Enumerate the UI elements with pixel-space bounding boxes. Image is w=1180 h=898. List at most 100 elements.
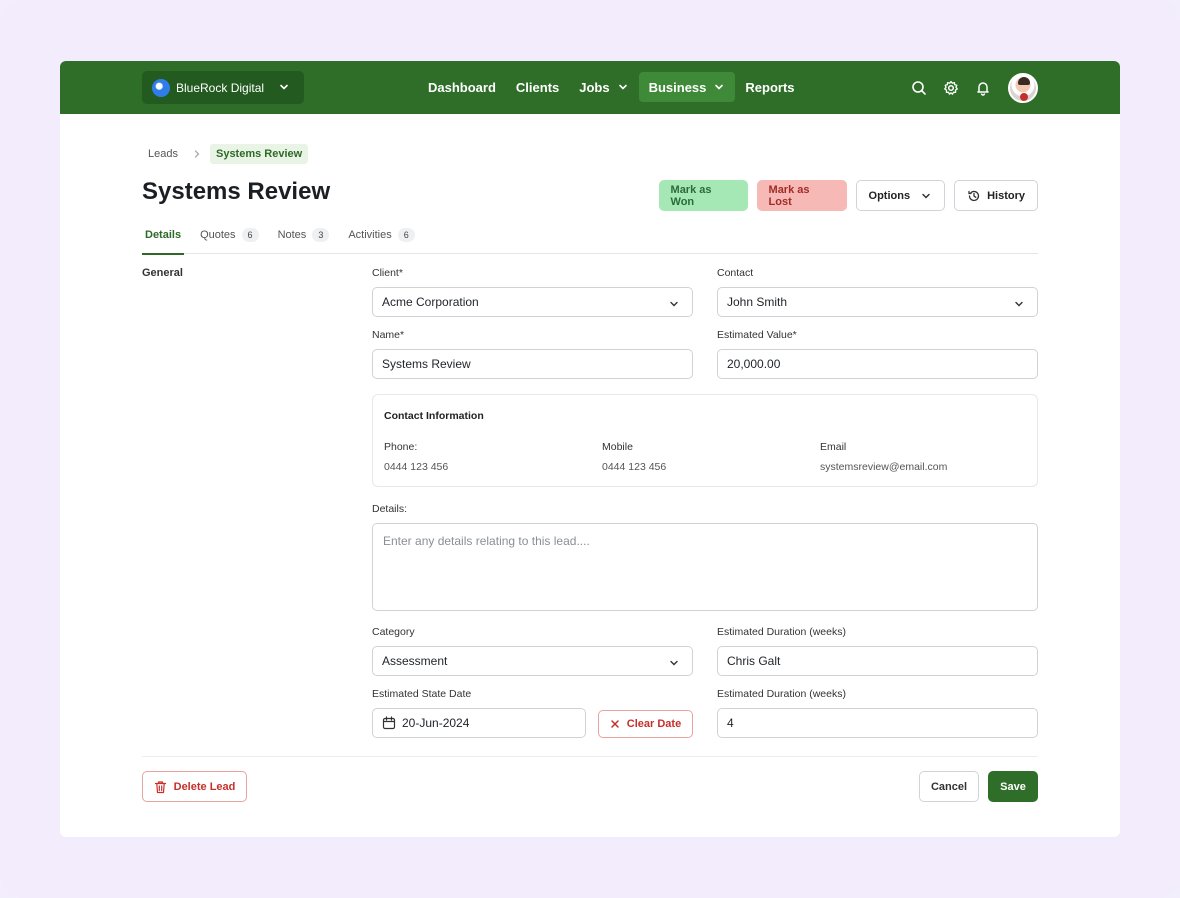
org-logo-icon [152, 78, 170, 97]
start-date-field[interactable]: 20-Jun-2024 [372, 708, 586, 738]
tab-quotes-label: Quotes [200, 229, 236, 241]
count-badge: 3 [312, 228, 330, 242]
mark-as-won-button[interactable]: Mark as Won [658, 180, 748, 211]
estimated-duration-field-2[interactable]: 4 [717, 708, 1038, 738]
bell-icon[interactable] [974, 79, 992, 97]
chevron-down-icon [618, 84, 627, 90]
page-title: Systems Review [142, 178, 331, 205]
chevron-down-icon [715, 84, 724, 90]
count-badge: 6 [397, 228, 415, 242]
delete-lead-label: Delete Lead [173, 780, 236, 793]
nav-business-label: Business [648, 79, 707, 95]
details-textarea[interactable]: Enter any details relating to this lead.… [372, 523, 1038, 611]
history-button[interactable]: History [954, 180, 1038, 211]
contact-information-title: Contact Information [384, 410, 484, 422]
nav-clients-label: Clients [515, 79, 560, 95]
estimated-duration-label-2: Estimated Duration (weeks) [717, 688, 846, 700]
chevron-down-icon [280, 84, 288, 90]
top-navigation-bar: BlueRock Digital Dashboard Clients Jobs … [60, 61, 1120, 114]
estimated-value-label: Estimated Value* [717, 329, 797, 341]
estimated-value: 20,000.00 [727, 357, 781, 371]
nav-dashboard-label: Dashboard [428, 79, 496, 95]
main-nav: Dashboard Clients Jobs Business Reports [418, 72, 805, 102]
phone-block: Phone: 0444 123 456 [384, 441, 448, 473]
page-actions: Mark as Won Mark as Lost Options History [650, 180, 1038, 211]
options-label: Options [868, 189, 911, 202]
estimated-duration-value: Chris Galt [727, 654, 781, 668]
close-icon [611, 720, 619, 728]
details-label: Details: [372, 503, 408, 515]
contact-value: John Smith [727, 295, 788, 309]
contact-select[interactable]: John Smith [717, 287, 1038, 317]
gear-icon[interactable] [942, 79, 960, 97]
name-field[interactable]: Systems Review [372, 349, 693, 379]
history-label: History [987, 189, 1025, 202]
name-value: Systems Review [382, 357, 471, 371]
client-label: Client* [372, 267, 403, 279]
chevron-down-icon [1015, 301, 1023, 307]
chevron-down-icon [922, 193, 930, 199]
tab-bar: Details Quotes 6 Notes 3 Activities 6 [142, 225, 1038, 255]
email-value: systemsreview@email.com [820, 461, 948, 473]
nav-business[interactable]: Business [638, 72, 736, 102]
mobile-block: Mobile 0444 123 456 [602, 441, 666, 473]
mobile-label: Mobile [602, 441, 633, 453]
tab-details[interactable]: Details [142, 225, 185, 255]
nav-clients[interactable]: Clients [506, 72, 569, 102]
clear-date-button[interactable]: Clear Date [598, 710, 693, 738]
count-badge: 6 [241, 228, 259, 242]
delete-lead-button[interactable]: Delete Lead [142, 771, 247, 802]
estimated-duration-value-2: 4 [727, 716, 734, 730]
search-icon[interactable] [910, 79, 928, 97]
tab-activities[interactable]: Activities 6 [345, 225, 417, 254]
client-value: Acme Corporation [382, 295, 479, 309]
contact-information-card: Contact Information Phone: 0444 123 456 … [372, 394, 1038, 487]
history-icon [968, 190, 980, 201]
tab-quotes[interactable]: Quotes 6 [197, 225, 261, 254]
section-general-label: General [142, 267, 183, 279]
options-button[interactable]: Options [855, 180, 946, 211]
top-icons [896, 72, 1038, 103]
category-value: Assessment [382, 654, 448, 668]
avatar[interactable] [1008, 72, 1038, 103]
estimated-duration-label: Estimated Duration (weeks) [717, 626, 846, 638]
nav-reports[interactable]: Reports [735, 72, 804, 102]
calendar-icon [382, 716, 396, 730]
tab-notes-label: Notes [277, 229, 307, 241]
org-name: BlueRock Digital [176, 80, 265, 95]
estimated-value-field[interactable]: 20,000.00 [717, 349, 1038, 379]
cancel-button[interactable]: Cancel [919, 771, 979, 802]
breadcrumb-current: Systems Review [209, 144, 309, 164]
nav-dashboard[interactable]: Dashboard [418, 72, 506, 102]
name-label: Name* [372, 329, 405, 341]
chevron-down-icon [670, 301, 678, 307]
mark-as-lost-button[interactable]: Mark as Lost [756, 180, 847, 211]
mobile-value: 0444 123 456 [602, 461, 667, 473]
breadcrumb: Leads Systems Review [142, 144, 309, 164]
nav-reports-label: Reports [745, 79, 795, 95]
email-label: Email [820, 441, 847, 453]
phone-label: Phone: [384, 441, 418, 453]
tab-notes[interactable]: Notes 3 [275, 225, 333, 254]
chevron-down-icon [670, 660, 678, 666]
category-select[interactable]: Assessment [372, 646, 693, 676]
trash-icon [154, 780, 166, 793]
start-date-value: 20-Jun-2024 [402, 716, 470, 730]
start-date-label: Estimated State Date [372, 688, 472, 700]
client-select[interactable]: Acme Corporation [372, 287, 693, 317]
email-block: Email systemsreview@email.com [820, 441, 947, 473]
org-switcher[interactable]: BlueRock Digital [142, 71, 304, 104]
nav-jobs-label: Jobs [579, 79, 610, 95]
chevron-right-icon [194, 150, 200, 158]
save-button[interactable]: Save [988, 771, 1038, 802]
tab-details-label: Details [145, 229, 182, 241]
category-label: Category [372, 626, 415, 638]
estimated-duration-field[interactable]: Chris Galt [717, 646, 1038, 676]
contact-label: Contact [717, 267, 754, 279]
app-window: BlueRock Digital Dashboard Clients Jobs … [60, 61, 1120, 837]
clear-date-label: Clear Date [626, 718, 682, 730]
tab-activities-label: Activities [348, 229, 392, 241]
breadcrumb-leads[interactable]: Leads [142, 145, 184, 163]
nav-jobs[interactable]: Jobs [569, 72, 638, 102]
footer-divider [142, 756, 1038, 757]
